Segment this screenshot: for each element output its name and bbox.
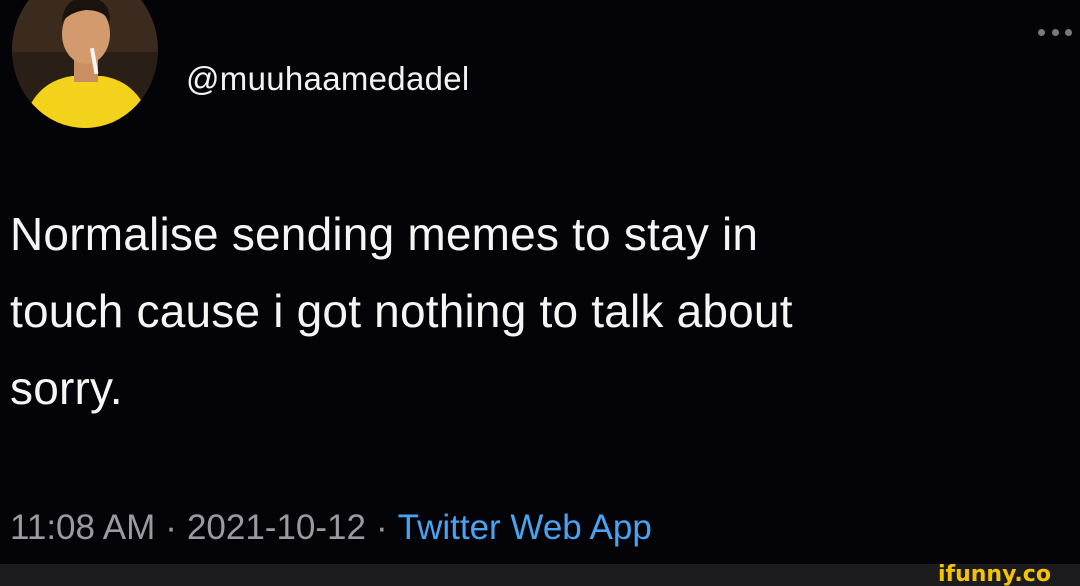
avatar-image — [12, 0, 158, 128]
svg-text:ifunny.co: ifunny.co — [938, 562, 1051, 586]
more-options-icon-dot — [1065, 28, 1072, 36]
tweet-date[interactable]: 2021-10-12 — [187, 508, 366, 547]
more-options-icon-dot — [1051, 28, 1059, 36]
watermark-strip — [0, 564, 1080, 586]
tweet-source-link[interactable]: Twitter Web App — [398, 508, 652, 547]
tweet-card: @muuhaamedadel Normalise sending memes t… — [0, 0, 1080, 586]
more-options-button[interactable] — [1038, 24, 1072, 40]
tweet-meta: 11:08 AM · 2021-10-12 · Twitter Web App — [10, 508, 652, 548]
more-options-icon — [1038, 28, 1045, 36]
profile-avatar[interactable] — [12, 0, 158, 128]
ifunny-watermark-logo: ifunny.co — [938, 560, 1070, 586]
tweet-text-line: touch cause i got nothing to talk about — [10, 285, 793, 337]
meta-separator: · — [375, 508, 388, 547]
ifunny-logo-image: ifunny.co — [938, 562, 1051, 586]
tweet-text-line: sorry. — [10, 362, 123, 414]
username[interactable]: @muuhaamedadel — [186, 60, 470, 98]
tweet-time[interactable]: 11:08 AM — [10, 508, 155, 547]
tweet-text: Normalise sending memes to stay in touch… — [10, 196, 1070, 427]
meta-separator: · — [165, 508, 177, 547]
tweet-text-line: Normalise sending memes to stay in — [10, 208, 759, 260]
